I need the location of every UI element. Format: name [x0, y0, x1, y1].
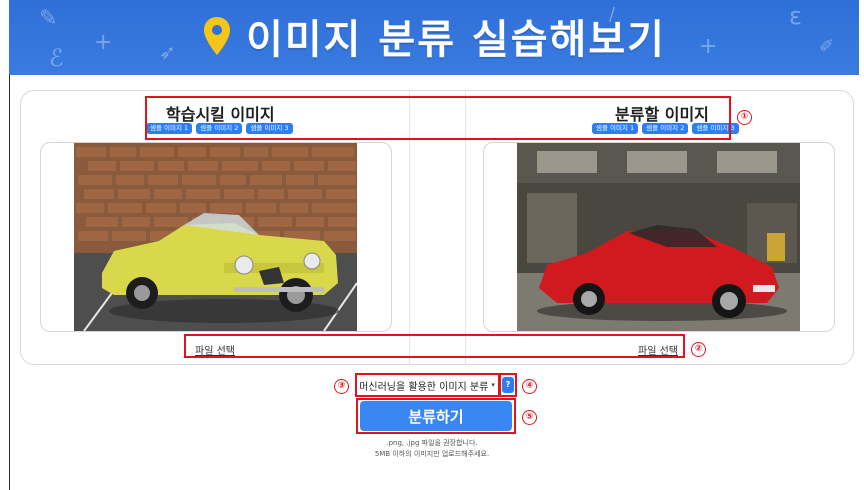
chevron-down-icon: ▾	[491, 381, 495, 389]
page-title: 이미지 분류 실습해보기	[246, 17, 666, 63]
header-banner: ✎ + ℰ ➶ + ε ✐ / 이미지 분류 실습해보기	[9, 0, 859, 75]
annotation-marker-2: ②	[691, 342, 706, 357]
file-size-note: 5MB 이하의 이미지만 업로드해주세요.	[374, 450, 490, 458]
annotation-marker-5: ⑤	[522, 410, 537, 425]
annotation-marker-1: ①	[737, 110, 752, 125]
annotation-box-1	[145, 96, 731, 140]
help-button[interactable]: ?	[502, 377, 514, 393]
model-select[interactable]: 머신러닝을 활용한 이미지 분류 ▾	[357, 376, 497, 394]
location-pin-icon	[204, 17, 231, 55]
classify-image	[517, 143, 800, 331]
screen-border	[9, 75, 10, 490]
yellow-car-photo	[74, 143, 357, 331]
model-select-value: 머신러닝을 활용한 이미지 분류	[359, 381, 489, 393]
training-image	[74, 143, 357, 331]
file-type-note: .png, .jpg 파일을 권장합니다.	[386, 439, 478, 447]
classify-button[interactable]: 분류하기	[360, 401, 512, 431]
annotation-marker-3: ③	[334, 379, 349, 394]
annotation-box-2	[184, 334, 685, 358]
red-car-photo	[517, 143, 800, 331]
annotation-marker-4: ④	[522, 379, 537, 394]
